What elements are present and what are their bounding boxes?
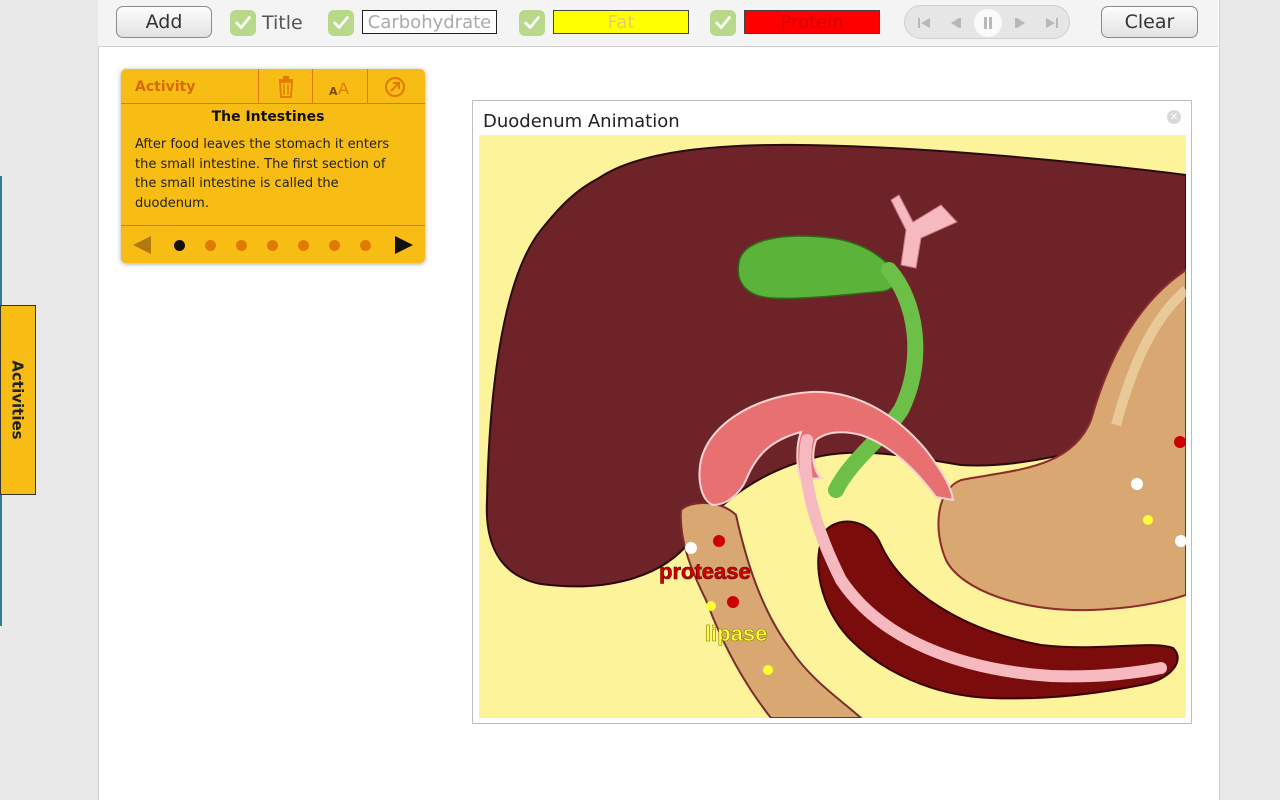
activities-tab-label: Activities xyxy=(9,360,27,440)
duodenum-animation-window[interactable]: Duodenum Animation ✕ protease lipase xyxy=(472,100,1192,724)
pause-button[interactable] xyxy=(974,9,1002,37)
svg-text:A: A xyxy=(338,79,349,97)
arrow-circle-icon xyxy=(385,77,405,97)
clear-button[interactable]: Clear xyxy=(1101,6,1198,38)
protein-checkbox[interactable] xyxy=(710,10,736,36)
protein-particle xyxy=(713,535,725,547)
duodenum-illustration: protease lipase xyxy=(479,135,1186,718)
svg-text:A: A xyxy=(329,85,338,97)
activity-card-header: Activity AA xyxy=(121,69,425,104)
carbohydrate-checkbox[interactable] xyxy=(328,10,354,36)
protein-swatch: Protein xyxy=(744,10,880,34)
font-size-icon: AA xyxy=(329,79,349,97)
fat-checkbox[interactable] xyxy=(519,10,545,36)
expand-button[interactable] xyxy=(368,72,422,102)
font-size-button[interactable]: AA xyxy=(313,72,367,102)
add-button[interactable]: Add xyxy=(116,6,212,38)
skip-start-icon xyxy=(918,18,930,28)
fat-particle xyxy=(706,601,716,611)
skip-end-button[interactable] xyxy=(1039,10,1065,36)
title-toggle-label: Title xyxy=(262,12,303,34)
activity-header-label: Activity xyxy=(135,79,196,95)
close-icon: ✕ xyxy=(1169,111,1179,123)
fat-particle xyxy=(1143,515,1153,525)
carbohydrate-particle xyxy=(685,542,697,554)
protein-particle xyxy=(727,596,739,608)
skip-start-button[interactable] xyxy=(911,10,937,36)
fat-swatch: Fat xyxy=(553,10,689,34)
carbohydrate-swatch: Carbohydrate xyxy=(362,10,497,34)
checkmark-icon xyxy=(715,16,731,29)
window-title: Duodenum Animation xyxy=(483,111,680,132)
step-back-icon xyxy=(951,18,961,28)
step-back-button[interactable] xyxy=(942,10,968,36)
page-dot-1[interactable] xyxy=(174,240,185,251)
skip-end-icon xyxy=(1046,18,1058,28)
previous-arrow-icon[interactable] xyxy=(131,235,153,255)
page-dot-6[interactable] xyxy=(329,240,340,251)
protein-particle xyxy=(1174,436,1186,448)
title-checkbox[interactable] xyxy=(230,10,256,36)
checkmark-icon xyxy=(235,16,251,29)
activity-title: The Intestines xyxy=(211,109,325,125)
page-dot-7[interactable] xyxy=(360,240,371,251)
activity-pagination xyxy=(121,225,425,264)
page-dot-3[interactable] xyxy=(236,240,247,251)
checkmark-icon xyxy=(333,16,349,29)
checkmark-icon xyxy=(524,16,540,29)
step-forward-button[interactable] xyxy=(1008,10,1034,36)
trash-icon xyxy=(279,76,293,98)
close-button[interactable]: ✕ xyxy=(1167,110,1181,124)
step-forward-icon xyxy=(1015,18,1025,28)
animation-player-controls xyxy=(904,5,1070,39)
lipase-label: lipase xyxy=(705,621,767,646)
delete-button[interactable] xyxy=(259,72,313,102)
pause-icon xyxy=(984,17,992,29)
activity-body-text: After food leaves the stomach it enters … xyxy=(135,137,390,211)
page-dot-4[interactable] xyxy=(267,240,278,251)
next-arrow-icon[interactable] xyxy=(393,235,415,255)
protease-label: protease xyxy=(659,559,751,584)
activity-card: Activity AA The Intestines After food le… xyxy=(121,69,425,263)
fat-particle xyxy=(763,665,773,675)
page-dot-2[interactable] xyxy=(205,240,216,251)
page-dot-5[interactable] xyxy=(298,240,309,251)
carbohydrate-particle xyxy=(1131,478,1143,490)
activities-tab[interactable]: Activities xyxy=(0,305,36,495)
